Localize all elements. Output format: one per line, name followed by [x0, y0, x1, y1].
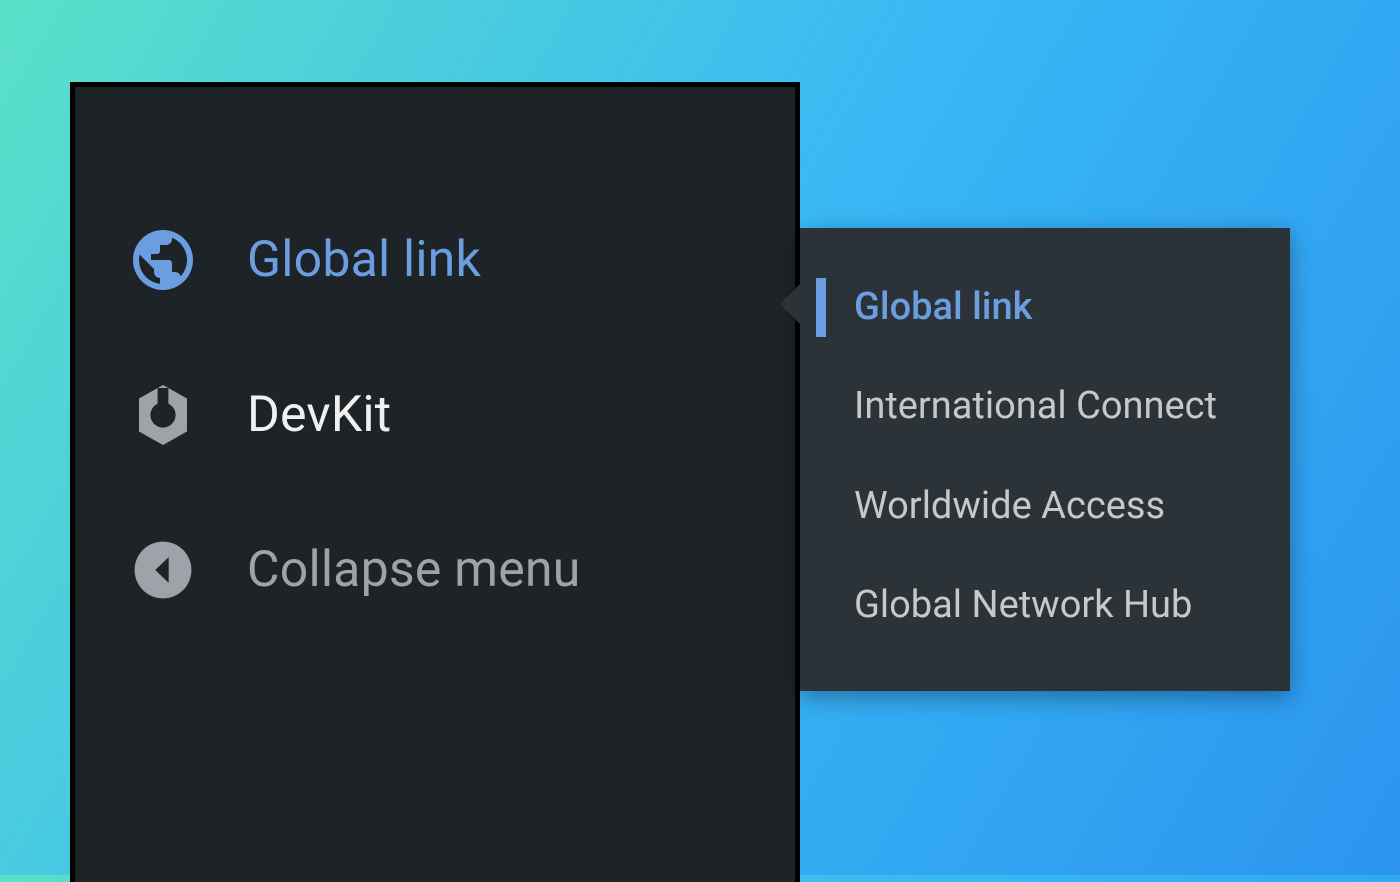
sidebar-item-label: DevKit	[247, 386, 391, 444]
sidebar-item-label: Collapse menu	[247, 541, 581, 599]
flyout-item-international-connect[interactable]: International Connect	[800, 357, 1290, 456]
flyout-item-global-network-hub[interactable]: Global Network Hub	[800, 556, 1290, 655]
sidebar-flyout: Global link International Connect Worldw…	[800, 228, 1290, 691]
globe-icon	[123, 220, 203, 300]
flyout-item-worldwide-access[interactable]: Worldwide Access	[800, 457, 1290, 556]
chevron-left-circle-icon	[123, 530, 203, 610]
sidebar-item-label: Global link	[247, 231, 481, 289]
sidebar-item-devkit[interactable]: DevKit	[75, 337, 795, 492]
flyout-item-global-link[interactable]: Global link	[800, 258, 1290, 357]
sidebar-item-collapse-menu[interactable]: Collapse menu	[75, 492, 795, 647]
wrench-hex-icon	[123, 375, 203, 455]
sidebar-item-global-link[interactable]: Global link	[75, 182, 795, 337]
sidebar: Global link DevKit Collapse menu	[70, 82, 800, 882]
